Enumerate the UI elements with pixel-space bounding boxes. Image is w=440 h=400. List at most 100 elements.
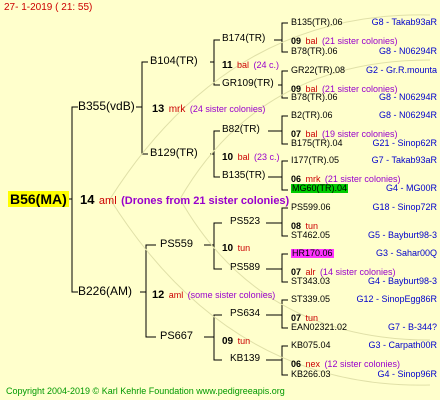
- gen4-fmm-father: I177(TR).05: [291, 155, 340, 165]
- gen4-fff-sisters: (21 sister colonies): [321, 36, 398, 46]
- connector-root: [68, 106, 78, 200]
- gen2-f-mother: B129(TR): [150, 147, 198, 159]
- gen1-year: 14: [80, 192, 95, 207]
- gen2-m-info: 12 aml (some sister colonies): [152, 286, 275, 302]
- gen3-fm-mother: B135(TR): [222, 170, 266, 181]
- gen3-mf-breeder: tun: [237, 243, 251, 253]
- gen4-ffm-mother-breed: G8 - N06294R: [378, 92, 437, 102]
- connector-b135-m: [281, 177, 288, 191]
- footer-copyright: Copyright 2004-2019 © Karl Kehrle Founda…: [6, 386, 285, 396]
- gen2-f-breeder: mrk: [168, 104, 186, 115]
- gen3-mf-mother: PS589: [230, 262, 261, 273]
- gen4-mff-father-breed: G18 - Sinop72R: [372, 202, 437, 212]
- gen4-fmf-father: B2(TR).06: [291, 110, 333, 120]
- gen4-mmm-sisters: (12 sister colonies): [324, 359, 400, 369]
- gen4-mmm-father: KB075.04: [291, 340, 331, 350]
- gen3-mm-info: 09 tun: [222, 332, 250, 348]
- root-queen: B56(MA): [8, 191, 69, 207]
- gen4-ffm-mother: B78(TR).06: [291, 92, 338, 102]
- gen1-father: B355(vdB): [78, 99, 135, 113]
- gen3-fm-breeder: bal: [237, 152, 250, 162]
- gen2-m-year: 12: [152, 289, 165, 301]
- gen2-f-sisters: (24 sister colonies): [189, 104, 266, 114]
- gen4-ffm-father-breed: G2 - Gr.R.mounta: [365, 65, 437, 75]
- gen4-fmm-mother-breed: G4 - MG00R: [385, 183, 437, 193]
- connector-ps589: [266, 253, 288, 270]
- gen4-mmf-father: ST339.05: [291, 294, 331, 304]
- gen4-fff-mother: B78(TR).06: [291, 46, 338, 56]
- connector-ps634: [266, 299, 288, 316]
- gen3-fm-father: B82(TR): [222, 124, 260, 135]
- gen2-f-father: B104(TR): [150, 55, 198, 67]
- gen4-mfm-mother: ST343.03: [291, 276, 331, 286]
- gen4-fmf-mother-breed: G21 - Sinop62R: [372, 138, 437, 148]
- generated-date: 27- 1-2019 ( 21: 55): [4, 2, 93, 13]
- connector-ps559: [204, 222, 222, 246]
- gen3-fm-info: 10 bal (23 c.): [222, 148, 280, 164]
- connector-b355: [136, 61, 148, 108]
- gen2-f-info: 13 mrk (24 sister colonies): [152, 100, 265, 116]
- connector-kb139-m: [281, 360, 288, 376]
- connector-b104: [210, 39, 220, 63]
- connector-ps523: [266, 207, 288, 224]
- gen4-fmm-mother: MG60(TR).04: [291, 183, 349, 193]
- gen4-mmf-mother-breed: G7 - B-344?: [387, 322, 437, 332]
- gen3-mf-year: 10: [222, 243, 234, 254]
- gen4-fmf-father-breed: G8 - N06294R: [378, 110, 437, 120]
- gen3-mm-breeder: tun: [237, 336, 251, 346]
- gen4-fff-year: 09: [291, 36, 302, 46]
- gen3-mm-mother: KB139: [230, 353, 261, 364]
- gen4-mff-mother-breed: G5 - Bayburt98-3: [367, 230, 437, 240]
- gen4-ffm-father: GR22(TR).08: [291, 65, 346, 75]
- gen3-fm-year: 10: [222, 152, 234, 163]
- gen1-breeder: aml: [98, 195, 117, 207]
- gen2-m-father: PS559: [160, 238, 194, 250]
- gen4-mmm-father-breed: G3 - Carpath00R: [368, 340, 437, 350]
- gen2-m-mother: PS667: [160, 330, 194, 342]
- gen4-mff-mother: ST462.05: [291, 230, 331, 240]
- gen4-fff-breeder: bal: [305, 36, 318, 46]
- connector-ps667-m: [213, 337, 222, 361]
- gen3-ff-breeder: bal: [237, 60, 250, 70]
- gen4-mmm-year: 06: [291, 359, 302, 369]
- gen3-ff-sisters: (24 c.): [253, 60, 280, 70]
- gen1-mother: B226(AM): [78, 284, 133, 298]
- gen4-mmm-mother: KB266.03: [291, 369, 331, 379]
- gen3-mm-father: PS634: [230, 308, 261, 319]
- gen3-ff-year: 11: [222, 60, 233, 71]
- connector-b129: [210, 130, 220, 155]
- gen3-fm-sisters: (23 c.): [254, 152, 280, 162]
- connector-ps523-m: [281, 223, 288, 237]
- connector-gr109-m: [281, 85, 288, 99]
- connector-ps667: [204, 314, 222, 338]
- gen3-mf-info: 10 tun: [222, 239, 250, 255]
- gen4-mff-father: PS599.06: [291, 202, 331, 212]
- gen3-mf-father: PS523: [230, 216, 261, 227]
- gen4-mmf-mother: EAN02321.02: [291, 322, 348, 332]
- gen1-info: 14 aml (Drones from 21 sister colonies): [80, 192, 289, 208]
- gen3-mm-year: 09: [222, 336, 234, 347]
- connector-root-m: [71, 199, 78, 293]
- gen3-ff-mother: GR109(TR): [222, 78, 274, 89]
- gen4-mmm-breeder: nex: [305, 359, 320, 369]
- connector-b174: [274, 22, 288, 41]
- gen4-fff-mother-breed: G8 - N06294R: [378, 46, 437, 56]
- gen4-fff-father-breed: G8 - Takab93aR: [371, 17, 437, 27]
- connector-ps589-m: [281, 269, 288, 283]
- gen2-m-breeder: aml: [168, 290, 184, 300]
- gen3-ff-father: B174(TR): [222, 33, 266, 44]
- gen4-mfm-father-breed: G3 - Sahar00Q: [375, 248, 437, 258]
- gen4-fmm-father-breed: G7 - Takab93aR: [371, 155, 437, 165]
- connector-b129-m: [213, 154, 220, 178]
- gen4-fff-father: B135(TR).06: [291, 17, 343, 27]
- gen4-mmf-father-breed: G12 - SinopEgg86R: [356, 294, 437, 304]
- gen2-m-sisters: (some sister colonies): [187, 290, 276, 300]
- gen4-mfm-mother-breed: G4 - Bayburt98-3: [367, 276, 437, 286]
- gen1-sisters: (Drones from 21 sister colonies): [121, 195, 290, 207]
- gen4-mmm-mother-breed: G4 - Sinop96R: [377, 369, 437, 379]
- connector-gr109: [278, 70, 288, 86]
- connector-b82-m: [281, 131, 288, 145]
- connector-kb139: [266, 345, 288, 361]
- gen2-f-year: 13: [152, 103, 165, 115]
- gen4-mfm-father: HR170.06: [291, 248, 334, 258]
